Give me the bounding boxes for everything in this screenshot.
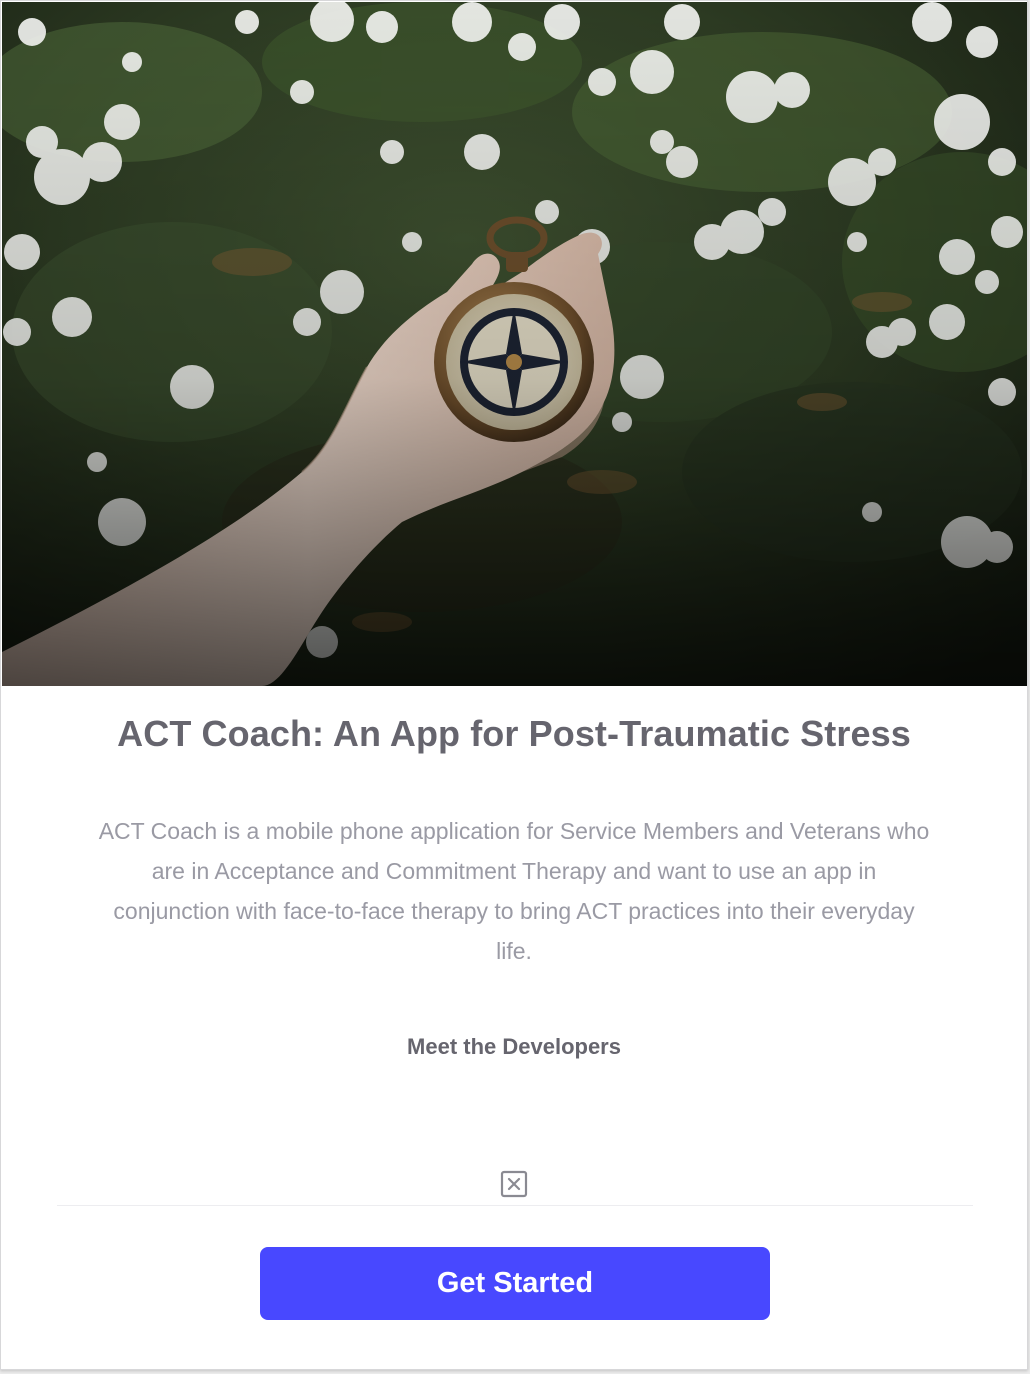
meet-developers-link[interactable]: Meet the Developers [1, 1034, 1027, 1060]
app-description: ACT Coach is a mobile phone application … [98, 818, 930, 964]
page-title: ACT Coach: An App for Post-Traumatic Str… [117, 713, 911, 754]
get-started-button[interactable]: Get Started [260, 1247, 770, 1320]
compass-photo [2, 2, 1027, 686]
welcome-card: ACT Coach: An App for Post-Traumatic Str… [0, 0, 1028, 1370]
broken-image-icon [500, 1170, 528, 1198]
hero-image [2, 2, 1027, 686]
divider [57, 1205, 973, 1206]
